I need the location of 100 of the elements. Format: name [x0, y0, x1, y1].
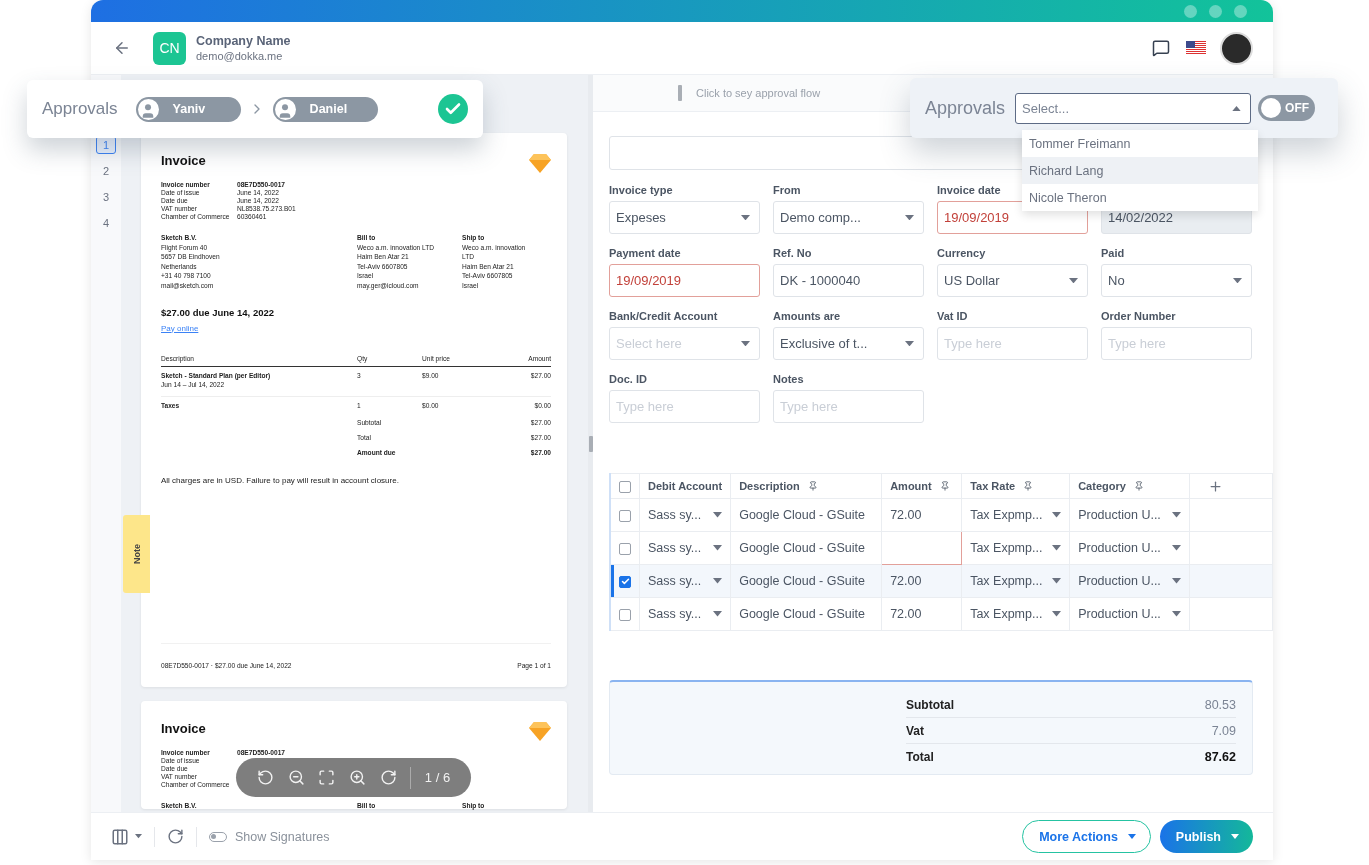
caret-icon [1172, 611, 1182, 617]
diamond-logo-icon [529, 721, 551, 741]
field-label: Payment date [609, 248, 682, 259]
pay-online-link[interactable]: Pay online [161, 323, 551, 333]
caret-icon[interactable] [1231, 834, 1239, 839]
caret-icon [713, 512, 723, 518]
checkbox[interactable] [619, 575, 631, 588]
checkbox[interactable] [619, 509, 631, 522]
table-cell: 72.00 [890, 508, 922, 522]
field-label: Amounts are [773, 311, 842, 322]
columns-icon[interactable] [111, 827, 129, 846]
dropdown-option[interactable]: Richard Lang [1022, 157, 1258, 184]
zoom-in-icon[interactable] [348, 769, 366, 786]
fullscreen-icon[interactable] [318, 769, 336, 786]
chat-icon[interactable] [1152, 39, 1170, 57]
payment-note: All charges are in USD. Failure to pay will result in account closure. [161, 476, 400, 485]
caret-icon [1172, 512, 1182, 518]
select-field[interactable]: Demo comp... [773, 201, 924, 234]
field-label: Bank/Credit Account [609, 311, 719, 322]
rotate-right-icon[interactable] [379, 769, 397, 786]
dropdown-option[interactable]: Nicole Theron [1022, 184, 1258, 211]
pin-icon[interactable] [1023, 481, 1034, 491]
note-tab[interactable]: Note [123, 515, 150, 593]
select-field[interactable]: Exclusive of t... [773, 327, 924, 360]
flag-icon[interactable] [1186, 41, 1206, 55]
caret-icon [1069, 278, 1078, 284]
field-label: Invoice type [609, 185, 674, 196]
user-avatar[interactable] [1220, 31, 1253, 65]
add-column-button[interactable] [1208, 478, 1224, 494]
page-thumbnail[interactable]: 4 [96, 214, 116, 232]
caret-icon [713, 545, 723, 551]
select-field[interactable]: Expeses [609, 201, 760, 234]
more-actions-button[interactable]: More Actions [1022, 820, 1151, 853]
caret-icon [1172, 578, 1182, 584]
field-label: Order Number [1101, 311, 1177, 322]
total-value: 7.09 [1211, 723, 1236, 738]
input-field[interactable]: DK - 1000040 [773, 264, 924, 297]
invoice-title: Invoice [161, 153, 206, 168]
person-icon [274, 98, 296, 120]
table-cell: Google Cloud - GSuite [739, 508, 865, 522]
caret-icon [1052, 578, 1062, 584]
column-header[interactable]: Description [739, 480, 800, 492]
caret-icon [713, 611, 723, 617]
field-label: Currency [937, 248, 987, 259]
caret-icon [1052, 611, 1062, 617]
resize-handle[interactable] [678, 85, 682, 101]
person-icon [137, 98, 159, 120]
caret-icon [1172, 545, 1182, 551]
approvals-label: Approvals [925, 97, 1006, 119]
page-thumbnail[interactable]: 3 [96, 188, 116, 206]
total-value: 80.53 [1204, 697, 1236, 712]
caret-icon [741, 341, 750, 347]
caret-icon [1232, 105, 1242, 111]
diamond-logo-icon [529, 153, 551, 173]
zoom-out-icon[interactable] [287, 769, 305, 786]
total-label: Vat [906, 723, 924, 738]
select-field[interactable]: US Dollar [937, 264, 1088, 297]
checkbox[interactable] [619, 480, 631, 493]
table-cell: 72.00 [890, 574, 922, 588]
caret-icon [741, 215, 750, 221]
caret-icon [905, 341, 914, 347]
company-email: demo@dokka.me [196, 50, 284, 62]
approvals-label: Approvals [42, 99, 118, 119]
company-avatar: CN [153, 31, 186, 65]
caret-icon[interactable] [1127, 834, 1136, 839]
checkbox[interactable] [619, 608, 631, 621]
pin-icon[interactable] [1133, 481, 1144, 491]
total-label: Total [906, 750, 934, 764]
publish-button[interactable]: Publish [1159, 820, 1253, 853]
resize-handle[interactable] [588, 435, 593, 452]
field-label: From [773, 185, 802, 196]
total-label: Subtotal [906, 697, 954, 712]
field-label: Ref. No [773, 248, 813, 259]
column-header[interactable]: Category [1078, 480, 1126, 492]
total-value: 87.62 [1204, 750, 1236, 764]
pin-icon[interactable] [939, 481, 950, 491]
approver-select[interactable]: Select... [1015, 92, 1252, 124]
table-cell: Google Cloud - GSuite [739, 607, 865, 621]
pin-icon[interactable] [807, 481, 818, 491]
checkbox[interactable] [619, 542, 631, 555]
field-label: Notes [773, 374, 805, 385]
column-header[interactable]: Tax Rate [970, 480, 1016, 492]
caret-icon [713, 578, 723, 584]
dropdown-option[interactable]: Tommer Freimann [1022, 130, 1258, 157]
rotate-left-icon[interactable] [256, 769, 274, 786]
table-cell: 72.00 [890, 607, 922, 621]
invoice-title: Invoice [161, 721, 206, 736]
caret-icon [135, 834, 142, 839]
caret-icon [1052, 545, 1062, 551]
caret-icon [905, 215, 914, 221]
input-field[interactable]: 19/09/2019 [609, 264, 760, 297]
field-label: Vat ID [937, 311, 969, 322]
caret-icon [1233, 278, 1242, 284]
back-icon[interactable] [113, 39, 131, 57]
caret-icon [1052, 512, 1062, 518]
table-cell: Google Cloud - GSuite [739, 574, 865, 588]
page-thumbnail[interactable]: 2 [96, 162, 116, 180]
refresh-icon[interactable] [167, 828, 184, 845]
table-cell: Google Cloud - GSuite [739, 541, 865, 555]
select-field[interactable]: No [1101, 264, 1252, 297]
